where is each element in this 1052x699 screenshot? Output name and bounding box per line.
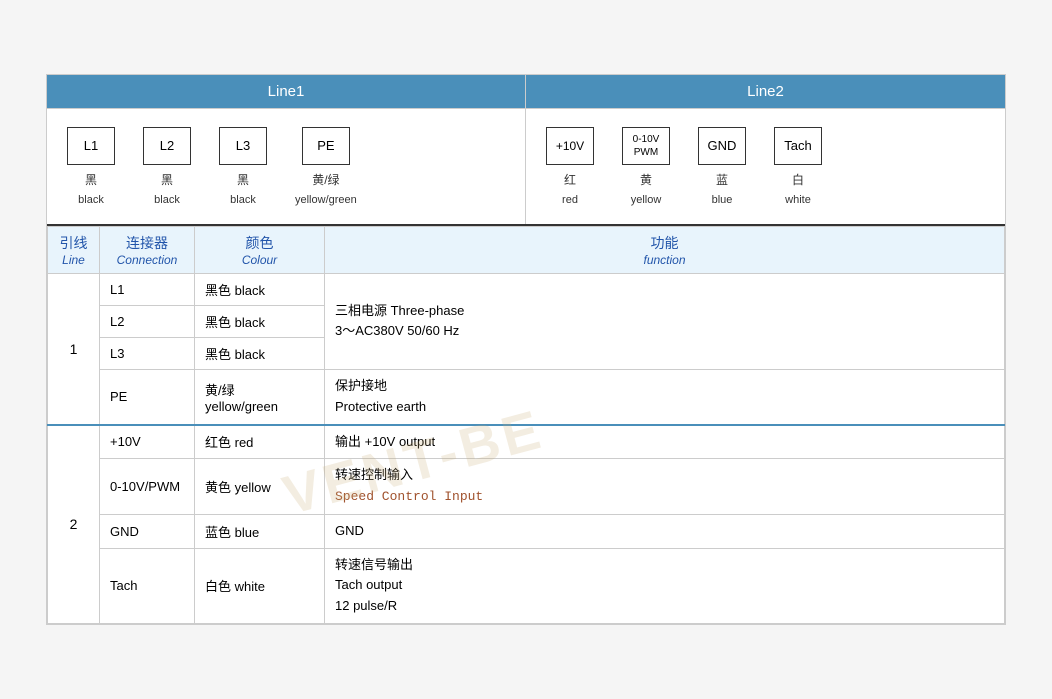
table-body: 1 L1 黑色 black 三相电源 Three-phase3～AC380V 5… bbox=[48, 273, 1005, 623]
conn-10V: +10V bbox=[100, 425, 195, 459]
table-section: 引线 Line 连接器 Connection 颜色 Colour 功能 func… bbox=[47, 226, 1005, 624]
wire-item-Tach: Tach 白 white bbox=[774, 127, 822, 206]
wire-box-L1: L1 bbox=[67, 127, 115, 165]
diagram-line1: L1 黑 black L2 黑 black L3 黑 black PE 黄/绿 … bbox=[47, 109, 526, 224]
conn-PE: PE bbox=[100, 369, 195, 424]
wire-box-pwm: 0-10VPWM bbox=[622, 127, 670, 165]
table-row: 0-10V/PWM 黄色 yellow 转速控制输入 Speed Control… bbox=[48, 459, 1005, 515]
wire-item-GND: GND 蓝 blue bbox=[698, 127, 746, 206]
color-10V: 红色 red bbox=[195, 425, 325, 459]
th-line-en: Line bbox=[58, 253, 89, 267]
func-Tach: 转速信号输出Tach output12 pulse/R bbox=[325, 548, 1005, 623]
conn-GND: GND bbox=[100, 514, 195, 548]
func-PE: 保护接地Protective earth bbox=[325, 369, 1005, 424]
line-num-1: 1 bbox=[48, 273, 100, 424]
color-PE: 黄/绿yellow/green bbox=[195, 369, 325, 424]
color-pwm: 黄色 yellow bbox=[195, 459, 325, 515]
th-color-en: Colour bbox=[205, 253, 314, 267]
line-num-2: 2 bbox=[48, 425, 100, 624]
table-header-row: 引线 Line 连接器 Connection 颜色 Colour 功能 func… bbox=[48, 226, 1005, 273]
th-line-cn: 引线 bbox=[58, 233, 89, 253]
wire-item-pwm: 0-10VPWM 黄 yellow bbox=[622, 127, 670, 206]
func-10V: 输出 +10V output bbox=[325, 425, 1005, 459]
wire-item-L2: L2 黑 black bbox=[143, 127, 191, 206]
wire-item-L1: L1 黑 black bbox=[67, 127, 115, 206]
th-conn-cn: 连接器 bbox=[110, 233, 184, 253]
main-container: Line1 Line2 L1 黑 black L2 黑 black L3 黑 bbox=[46, 74, 1006, 625]
line2-header-label: Line2 bbox=[747, 83, 784, 100]
func-GND: GND bbox=[325, 514, 1005, 548]
table-row: 1 L1 黑色 black 三相电源 Three-phase3～AC380V 5… bbox=[48, 273, 1005, 305]
conn-pwm: 0-10V/PWM bbox=[100, 459, 195, 515]
wire-box-10V: +10V bbox=[546, 127, 594, 165]
wire-box-PE: PE bbox=[302, 127, 350, 165]
th-conn: 连接器 Connection bbox=[100, 226, 195, 273]
header-line1: Line1 bbox=[47, 75, 526, 108]
table-row: GND 蓝色 blue GND bbox=[48, 514, 1005, 548]
line1-header-label: Line1 bbox=[268, 83, 305, 100]
color-L3: 黑色 black bbox=[195, 337, 325, 369]
func-line1-power: 三相电源 Three-phase3～AC380V 50/60 Hz bbox=[325, 273, 1005, 369]
th-line: 引线 Line bbox=[48, 226, 100, 273]
th-func: 功能 function bbox=[325, 226, 1005, 273]
wire-box-L3: L3 bbox=[219, 127, 267, 165]
color-L2: 黑色 black bbox=[195, 305, 325, 337]
th-func-cn: 功能 bbox=[335, 233, 994, 253]
conn-Tach: Tach bbox=[100, 548, 195, 623]
wire-item-PE: PE 黄/绿 yellow/green bbox=[295, 127, 357, 206]
main-table: 引线 Line 连接器 Connection 颜色 Colour 功能 func… bbox=[47, 226, 1005, 624]
diagram-line2: +10V 红 red 0-10VPWM 黄 yellow GND 蓝 blue … bbox=[526, 109, 1005, 224]
wire-box-L2: L2 bbox=[143, 127, 191, 165]
diagram-row: L1 黑 black L2 黑 black L3 黑 black PE 黄/绿 … bbox=[47, 109, 1005, 226]
func-pwm: 转速控制输入 Speed Control Input bbox=[325, 459, 1005, 515]
table-row: 2 +10V 红色 red 输出 +10V output bbox=[48, 425, 1005, 459]
wire-item-10V: +10V 红 red bbox=[546, 127, 594, 206]
th-func-en: function bbox=[335, 253, 994, 267]
conn-L2: L2 bbox=[100, 305, 195, 337]
wire-box-Tach: Tach bbox=[774, 127, 822, 165]
wire-item-L3: L3 黑 black bbox=[219, 127, 267, 206]
color-L1: 黑色 black bbox=[195, 273, 325, 305]
th-color: 颜色 Colour bbox=[195, 226, 325, 273]
header-line2: Line2 bbox=[526, 75, 1005, 108]
func-pwm-code: Speed Control Input bbox=[335, 489, 483, 504]
wire-box-GND: GND bbox=[698, 127, 746, 165]
header-row: Line1 Line2 bbox=[47, 75, 1005, 109]
color-GND: 蓝色 blue bbox=[195, 514, 325, 548]
th-conn-en: Connection bbox=[110, 253, 184, 267]
conn-L3: L3 bbox=[100, 337, 195, 369]
conn-L1: L1 bbox=[100, 273, 195, 305]
table-row: PE 黄/绿yellow/green 保护接地Protective earth bbox=[48, 369, 1005, 424]
color-Tach: 白色 white bbox=[195, 548, 325, 623]
table-row: Tach 白色 white 转速信号输出Tach output12 pulse/… bbox=[48, 548, 1005, 623]
th-color-cn: 颜色 bbox=[205, 233, 314, 253]
